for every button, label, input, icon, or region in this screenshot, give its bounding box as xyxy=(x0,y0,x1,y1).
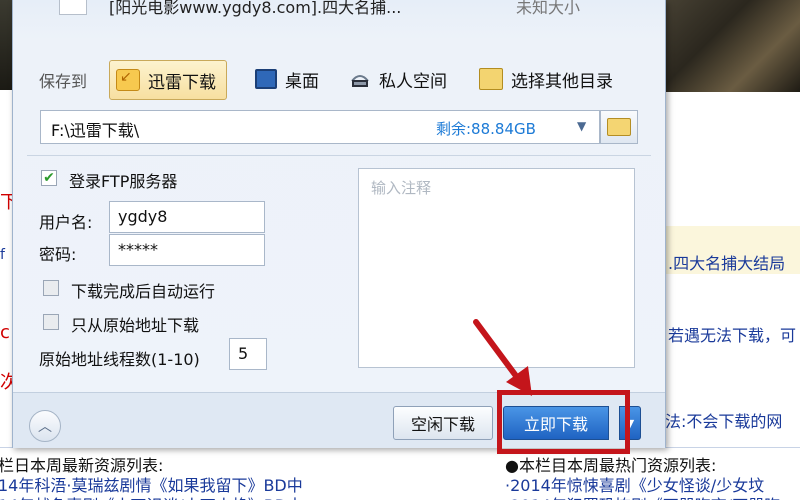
file-name: [阳光电影www.ygdy8.com].四大名捕... xyxy=(109,0,402,17)
red-arrow-annotation xyxy=(473,319,532,396)
file-size: 未知大小 xyxy=(516,0,581,17)
threads-label: 原始地址线程数(1-10) xyxy=(39,350,200,369)
private-space-icon xyxy=(349,69,371,89)
threads-input[interactable]: 5 xyxy=(229,338,267,370)
auto-run-checkbox[interactable] xyxy=(43,280,59,296)
bg-hint-text: 法:不会下载的网 xyxy=(665,412,783,431)
username-label: 用户名: xyxy=(39,213,93,232)
location-label: 选择其他目录 xyxy=(511,71,613,92)
save-to-label: 保存到 xyxy=(39,72,88,91)
save-path-value: F:\迅雷下载\ xyxy=(51,121,140,140)
browse-folder-button[interactable] xyxy=(600,110,638,144)
location-private-space[interactable]: 私人空间 xyxy=(349,60,447,98)
bg-list-link[interactable]: ·2014年犯罪恐怖剧《石器晦夜/石器晦 xyxy=(505,492,780,500)
file-icon xyxy=(59,0,87,15)
location-label: 私人空间 xyxy=(379,71,447,92)
location-thunder-download[interactable]: 迅雷下载 xyxy=(109,60,227,100)
location-label: 桌面 xyxy=(285,71,319,92)
save-path-combobox[interactable]: F:\迅雷下载\ 剩余:88.84GB ▼ xyxy=(40,110,600,144)
chevron-down-icon[interactable]: ▼ xyxy=(577,119,586,133)
auto-run-label: 下载完成后自动运行 xyxy=(71,282,216,301)
bg-list-link[interactable]: 14年战争喜剧《小丁识谈/小丁小艳》BD中 xyxy=(0,492,303,500)
background-photo-right xyxy=(655,0,800,92)
folder-icon xyxy=(479,68,503,90)
bg-fragment: 下 xyxy=(0,192,12,213)
location-choose-other[interactable]: 选择其他目录 xyxy=(479,60,613,98)
collapse-options-button[interactable]: ︿ xyxy=(29,410,61,442)
ftp-login-checkbox[interactable]: ✔ xyxy=(41,170,57,186)
password-field[interactable]: ***** xyxy=(109,234,265,266)
ftp-login-label: 登录FTP服务器 xyxy=(69,172,178,191)
bg-fragment: c xyxy=(0,322,10,343)
free-space-text: 剩余:88.84GB xyxy=(436,120,536,138)
origin-only-label: 只从原始地址下载 xyxy=(71,316,200,335)
divider xyxy=(27,155,651,156)
origin-only-checkbox[interactable] xyxy=(43,314,59,330)
location-desktop[interactable]: 桌面 xyxy=(255,60,319,98)
note-placeholder: 输入注释 xyxy=(371,179,432,197)
bg-fragment: f xyxy=(0,247,5,263)
desktop-icon xyxy=(255,69,277,89)
bg-link-title[interactable]: .四大名捕大结局 xyxy=(668,250,785,274)
bg-hint-text: 若遇无法下载，可 xyxy=(668,326,797,345)
location-label: 迅雷下载 xyxy=(148,72,216,93)
bg-fragment: 次 xyxy=(0,372,12,393)
folder-icon xyxy=(607,118,631,136)
red-highlight-box xyxy=(497,390,630,454)
username-field[interactable]: ygdy8 xyxy=(109,201,265,233)
idle-download-button[interactable]: 空闲下载 xyxy=(393,406,493,440)
password-label: 密码: xyxy=(39,245,77,264)
new-download-dialog: [阳光电影www.ygdy8.com].四大名捕... 未知大小 保存到 迅雷下… xyxy=(12,0,666,448)
thunder-folder-icon xyxy=(116,69,140,91)
